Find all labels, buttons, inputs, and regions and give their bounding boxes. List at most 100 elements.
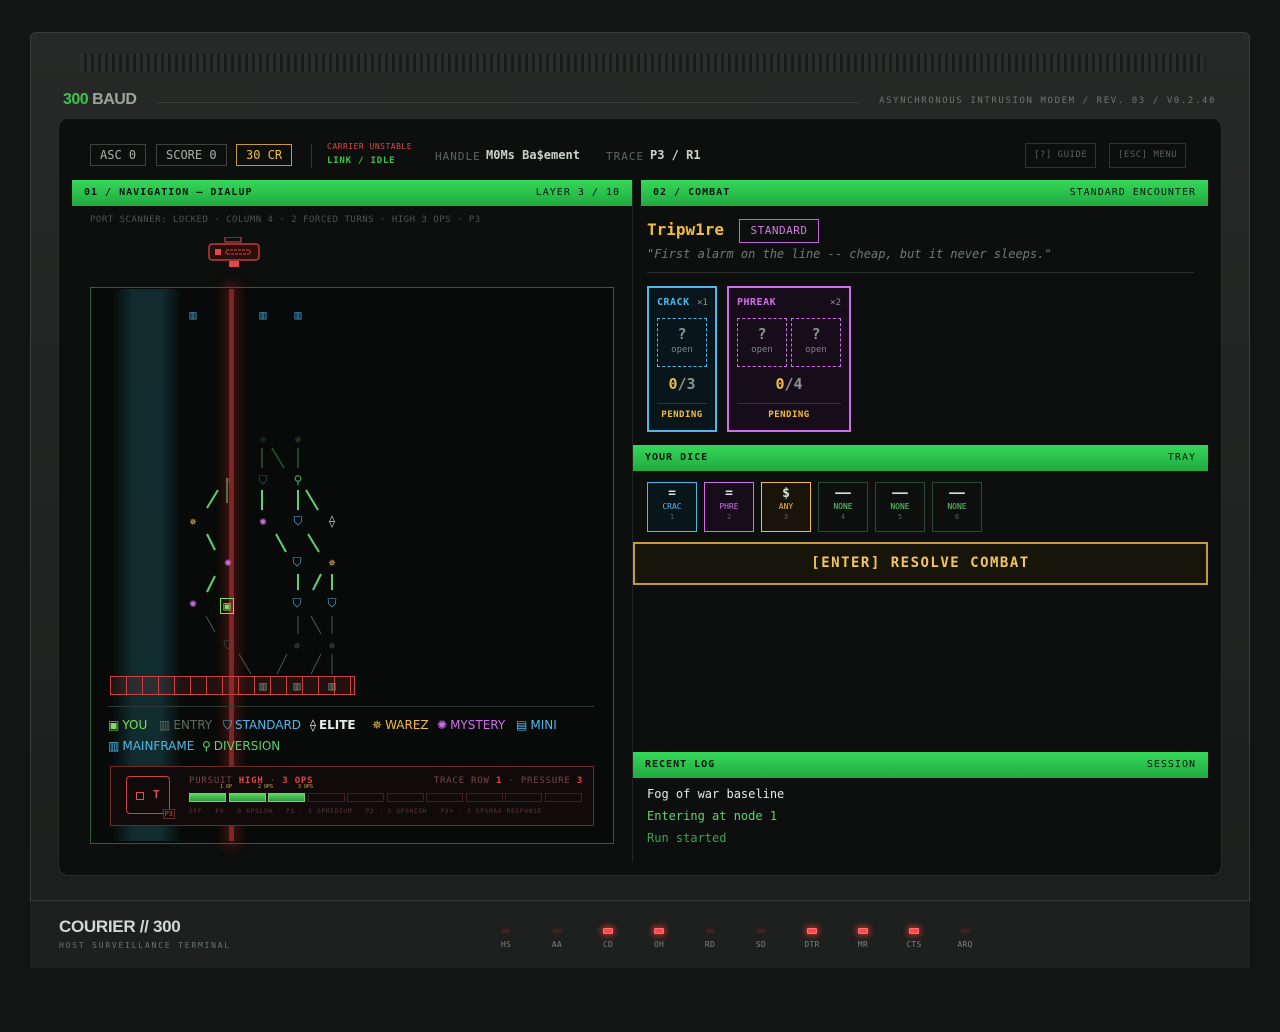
led-indicator-icon [807, 928, 817, 934]
legend-mini: ▤ MINI [516, 718, 557, 732]
led-label: DTR [804, 940, 820, 949]
standard-node[interactable]: ⛉ [290, 596, 304, 610]
mainframe-node[interactable]: ▥ [291, 308, 305, 322]
pursuit-scale: OFF · F0 · 0 OPSLOW · P1 · 1 OPMEDIUM · … [189, 808, 542, 815]
phreak-requirement-card[interactable]: PHREAK ×2 ? open ? open 0/4 PENDING [727, 286, 851, 432]
legend-diversion: ⚲ DIVERSION [202, 739, 281, 753]
led-hs: HS [491, 928, 521, 949]
die-any[interactable]: $ ANY 3 [761, 482, 811, 532]
led-indicator-icon [756, 928, 766, 934]
card-progress: 0/3 [668, 375, 696, 393]
link-status: LINK / IDLE [327, 156, 396, 166]
divider [647, 272, 1194, 273]
model-name: COURIER // 300 [59, 917, 181, 936]
mystery-node[interactable]: ✺ [186, 596, 200, 610]
mainframe-node[interactable]: ▥ [186, 308, 200, 322]
card-status: PENDING [768, 410, 810, 420]
navigation-title: 01 / NAVIGATION — DIALUP [84, 187, 253, 198]
log-header: RECENT LOG SESSION [633, 752, 1208, 778]
mystery-node[interactable]: ✺ [221, 555, 235, 569]
vent-grille [80, 54, 1205, 72]
dice-slot[interactable]: ? open [737, 318, 787, 367]
dice-header: YOUR DICE TRAY [633, 445, 1208, 471]
led-indicator-icon [603, 928, 613, 934]
player-icon: ▣ [108, 718, 120, 732]
legend-elite: ⟠ ELITE [310, 718, 356, 732]
log-entry: Entering at node 1 [647, 809, 778, 823]
player-node[interactable]: ▣ [220, 598, 234, 614]
die-none[interactable]: —— NONE 6 [932, 482, 982, 532]
trace-pressure: TRACE ROW 1 · PRESSURE 3 [433, 776, 583, 786]
dice-slot[interactable]: ? open [791, 318, 841, 367]
standard-node[interactable]: ⛉ [291, 514, 305, 528]
standard-node[interactable]: ⛉ [256, 473, 270, 487]
map-node-fogged: ✵ [224, 473, 232, 487]
standard-node[interactable]: ⛉ [290, 555, 304, 569]
die-none[interactable]: —— NONE 4 [818, 482, 868, 532]
pursuit-segment [386, 793, 424, 802]
map-node-fogged: ✵ [259, 432, 267, 446]
server-icon: ▥ [108, 739, 120, 753]
score-counter: SCORE 0 [156, 144, 227, 166]
branch-icon: ⚲ [202, 739, 211, 753]
card-progress: 0/4 [775, 375, 803, 393]
resolve-combat-button[interactable]: [ENTER] RESOLVE COMBAT [633, 542, 1208, 585]
warez-node[interactable]: ✵ [325, 555, 339, 569]
mainframe-node[interactable]: ▥ [256, 308, 270, 322]
dice-slot[interactable]: ? open [657, 318, 707, 367]
led-indicator-icon [654, 928, 664, 934]
legend-standard: ⛉ STANDARD [223, 718, 302, 732]
die-crack[interactable]: = CRAC 1 [647, 482, 697, 532]
die-none[interactable]: —— NONE 5 [875, 482, 925, 532]
guide-button[interactable]: [?] GUIDE [1025, 143, 1097, 168]
model-subtitle: HOST SURVEILLANCE TERMINAL [59, 941, 232, 950]
led-label: CTS [906, 940, 922, 949]
seg-tag: 3 OPS [298, 784, 314, 790]
entry-node[interactable]: ▥ [290, 679, 304, 693]
combat-header: 02 / COMBAT STANDARD ENCOUNTER [641, 180, 1208, 206]
gear-icon: ✵ [372, 718, 383, 732]
session-label: SESSION [1146, 759, 1196, 770]
pursuit-segment [465, 793, 503, 802]
led-sd: SD [746, 928, 776, 949]
enemy-flavor-text: "First alarm on the line -- cheap, but i… [647, 247, 1052, 261]
starburst-icon: ✺ [437, 718, 448, 732]
entry-node[interactable]: ▥ [325, 679, 339, 693]
led-label: ARQ [957, 940, 973, 949]
log-entry: Run started [647, 831, 727, 845]
terminal-icon: ▤ [516, 718, 528, 732]
log-title: RECENT LOG [645, 759, 716, 770]
mystery-node[interactable]: ✺ [256, 514, 270, 528]
pursuit-segment [189, 793, 226, 802]
divider [158, 102, 858, 103]
pursuit-level: PURSUIT HIGH · 3 OPS [189, 776, 314, 786]
led-label: OH [653, 940, 665, 949]
carrier-status: CARRIER UNSTABLE [327, 142, 413, 151]
handle-label: HANDLE [435, 150, 481, 163]
navigation-header: 01 / NAVIGATION — DIALUP LAYER 3 / 10 [72, 180, 632, 206]
led-indicator-icon [705, 928, 715, 934]
enemy-type-badge: STANDARD [739, 219, 819, 243]
diversion-node[interactable]: ⚲ [291, 473, 305, 487]
led-indicator-icon [552, 928, 562, 934]
divider [108, 706, 594, 707]
entry-node[interactable]: ▥ [256, 679, 270, 693]
led-indicator-icon [909, 928, 919, 934]
standard-node[interactable]: ⛉ [325, 596, 339, 610]
led-rd: RD [695, 928, 725, 949]
map-node-fogged: ✵ [294, 432, 302, 446]
led-label: HS [500, 940, 512, 949]
pursuit-segment [544, 793, 582, 802]
crack-requirement-card[interactable]: CRACK ×1 ? open 0/3 PENDING [647, 286, 717, 432]
led-arq: ARQ [950, 928, 980, 949]
credits-counter: 30 CR [236, 144, 293, 166]
legend-you: ▣ YOU [108, 718, 148, 732]
menu-button[interactable]: [ESC] MENU [1109, 143, 1187, 168]
led-oh: OH [644, 928, 674, 949]
pursuit-segment [228, 793, 266, 802]
elite-node[interactable]: ⟠ [325, 514, 339, 528]
warez-node[interactable]: ✵ [186, 514, 200, 528]
die-phreak[interactable]: = PHRE 2 [704, 482, 754, 532]
led-aa: AA [542, 928, 572, 949]
legend-mainframe: ▥ MAINFRAME [108, 739, 195, 753]
